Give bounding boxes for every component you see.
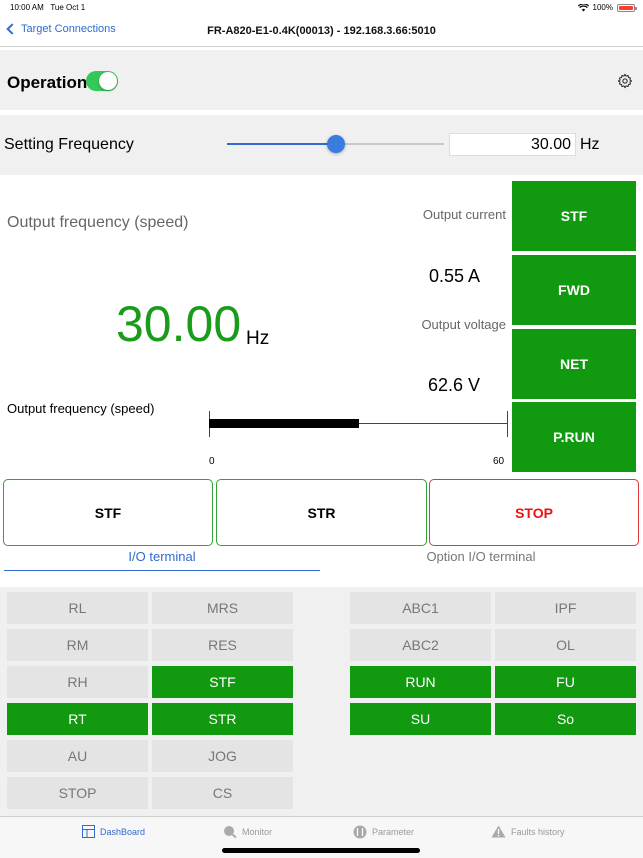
tabbar-monitor-label: Monitor bbox=[242, 826, 273, 837]
frequency-input[interactable]: 30.00 bbox=[449, 133, 576, 156]
str-button[interactable]: STR bbox=[216, 479, 427, 546]
output-terminal-ol: OL bbox=[495, 629, 636, 661]
output-terminal-fu: FU bbox=[495, 666, 636, 698]
monitor-title: Output frequency (speed) bbox=[7, 214, 189, 231]
setting-frequency-row: Setting Frequency 30.00 Hz bbox=[0, 115, 643, 175]
slider-fill bbox=[227, 143, 336, 145]
status-left: 10:00 AM Tue Oct 1 bbox=[10, 3, 85, 12]
gear-icon[interactable] bbox=[617, 73, 633, 89]
tab-indicator bbox=[4, 570, 320, 571]
input-terminal-res: RES bbox=[152, 629, 293, 661]
tabbar-monitor[interactable]: Monitor bbox=[223, 825, 272, 838]
battery-icon bbox=[617, 3, 637, 12]
output-terminal-run: RUN bbox=[350, 666, 491, 698]
status-prun: P.RUN bbox=[512, 402, 636, 472]
output-voltage-value: 62.6 V bbox=[427, 375, 480, 395]
status-stf: STF bbox=[512, 181, 636, 251]
output-frequency-unit: Hz bbox=[246, 328, 270, 349]
navigation-bar: Target Connections FR-A820-E1-0.4K(00013… bbox=[0, 16, 643, 47]
battery-percent: 100% bbox=[592, 3, 613, 12]
operation-row: Operation bbox=[0, 50, 643, 110]
status-bar: 10:00 AM Tue Oct 1 100% bbox=[0, 0, 643, 16]
output-frequency-value: 30.00 bbox=[116, 296, 242, 352]
bar-max-label: 60 bbox=[493, 456, 505, 467]
input-terminal-jog: JOG bbox=[152, 740, 293, 772]
status-time: 10:00 AM bbox=[10, 3, 44, 12]
output-terminal-ipf: IPF bbox=[495, 592, 636, 624]
wifi-icon bbox=[577, 3, 589, 11]
parameter-icon bbox=[353, 825, 367, 839]
setting-frequency-label: Setting Frequency bbox=[4, 136, 134, 153]
dashboard-icon bbox=[82, 825, 95, 838]
tabbar-dashboard-label: DashBoard bbox=[100, 826, 146, 837]
toggle-knob bbox=[99, 72, 117, 90]
bar-min-label: 0 bbox=[209, 456, 215, 467]
input-terminal-mrs: MRS bbox=[152, 592, 293, 624]
home-indicator bbox=[222, 848, 420, 853]
output-terminal-so: So bbox=[495, 703, 636, 735]
status-fwd: FWD bbox=[512, 255, 636, 325]
bar-tick-max bbox=[507, 411, 508, 437]
operation-toggle[interactable] bbox=[86, 71, 118, 91]
stop-button[interactable]: STOP bbox=[429, 479, 639, 546]
tabbar-faults-history[interactable]: Faults history bbox=[491, 825, 565, 838]
input-terminal-rh: RH bbox=[7, 666, 148, 698]
tabbar-parameter-label: Parameter bbox=[372, 827, 415, 837]
output-current-value: 0.55 A bbox=[428, 266, 480, 286]
io-terminal-panel: RL MRS RM RES RH STF RT STR AU JOG STOP CS ABC1 IPF A… bbox=[0, 587, 643, 816]
input-terminal-rl: RL bbox=[7, 592, 148, 624]
input-terminal-stf: STF bbox=[152, 666, 293, 698]
frequency-bar bbox=[209, 411, 508, 437]
output-terminal-abc1: ABC1 bbox=[350, 592, 491, 624]
output-terminal-abc2: ABC2 bbox=[350, 629, 491, 661]
input-terminal-cs: CS bbox=[152, 777, 293, 809]
stf-button[interactable]: STF bbox=[3, 479, 213, 546]
output-terminal-su: SU bbox=[350, 703, 491, 735]
frequency-unit: Hz bbox=[580, 136, 600, 153]
nav-title: FR-A820-E1-0.4K(00013) - 192.168.3.66:50… bbox=[207, 25, 436, 37]
tabbar-faults-label: Faults history bbox=[511, 826, 565, 837]
slider-knob[interactable] bbox=[326, 135, 345, 153]
status-net: NET bbox=[512, 329, 636, 399]
bar-label: Output frequency (speed) bbox=[7, 401, 155, 416]
input-terminal-au: AU bbox=[7, 740, 148, 772]
frequency-slider[interactable] bbox=[227, 135, 444, 153]
tab-io-terminal[interactable]: I/O terminal bbox=[4, 549, 320, 564]
input-terminal-stop: STOP bbox=[7, 777, 148, 809]
tabbar-parameter[interactable]: Parameter bbox=[353, 825, 414, 839]
output-current-label: Output current bbox=[422, 207, 506, 222]
warning-icon bbox=[491, 825, 506, 838]
operation-label: Operation bbox=[7, 73, 88, 92]
input-terminal-str: STR bbox=[152, 703, 293, 735]
input-terminal-rm: RM bbox=[7, 629, 148, 661]
tab-option-io-terminal[interactable]: Option I/O terminal bbox=[322, 549, 640, 564]
output-voltage-label: Output voltage bbox=[421, 317, 506, 332]
monitor-icon bbox=[224, 826, 237, 838]
input-terminal-rt: RT bbox=[7, 703, 148, 735]
bar-fill bbox=[209, 419, 359, 428]
tabbar-dashboard[interactable]: DashBoard bbox=[82, 825, 145, 838]
status-right: 100% bbox=[577, 3, 637, 12]
status-date: Tue Oct 1 bbox=[50, 3, 86, 12]
